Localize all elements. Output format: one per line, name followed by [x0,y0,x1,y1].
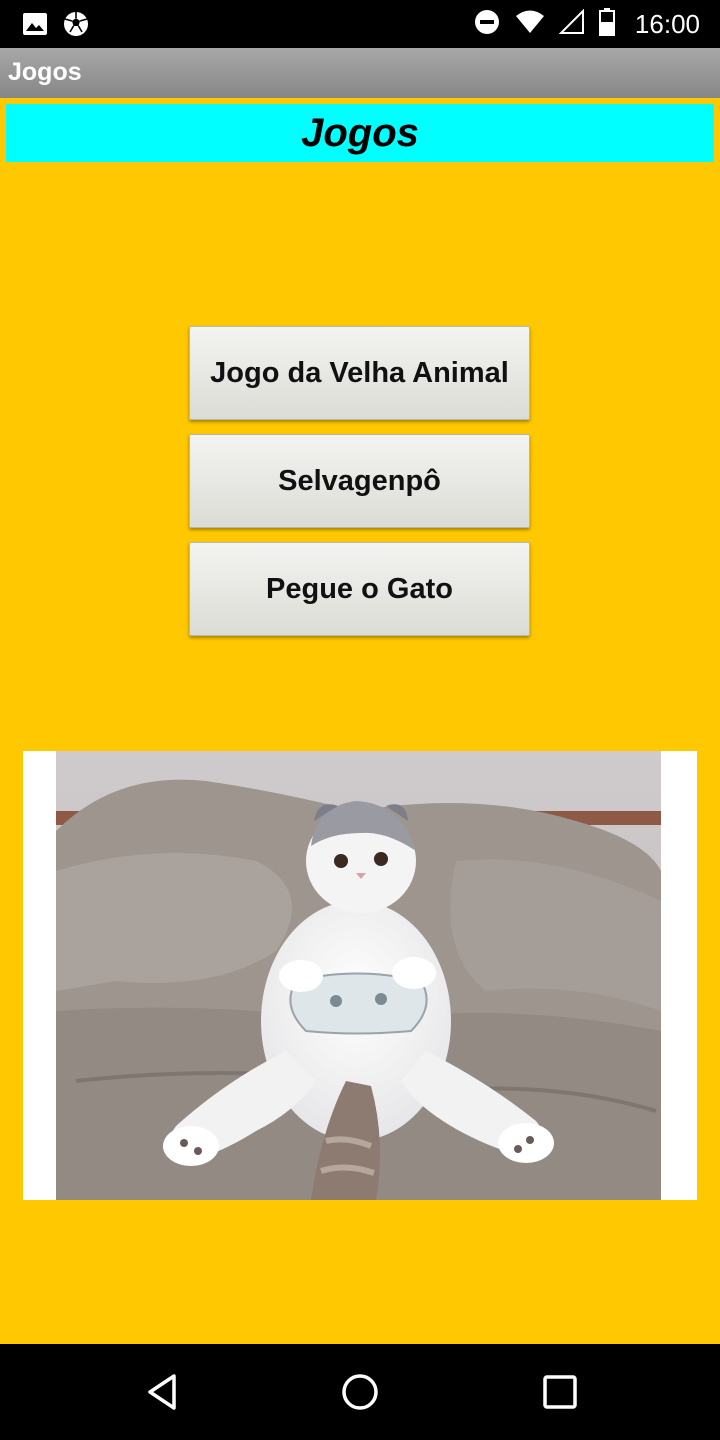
back-icon[interactable] [142,1372,182,1417]
pegue-o-gato-button[interactable]: Pegue o Gato [189,542,530,636]
image-icon [22,12,48,41]
signal-icon [558,8,585,40]
home-icon[interactable] [340,1372,380,1417]
wifi-icon [515,9,545,40]
jogo-da-velha-button[interactable]: Jogo da Velha Animal [189,326,530,420]
cat-image-frame [23,751,697,1200]
soccer-ball-icon [62,10,90,43]
status-clock: 16:00 [634,9,700,39]
status-bar: 16:00 [0,0,720,48]
navigation-bar [0,1344,720,1440]
do-not-disturb-icon [473,8,501,41]
battery-icon [598,8,615,41]
recents-icon[interactable] [542,1374,578,1415]
selvagenpo-button[interactable]: Selvagenpô [189,434,530,528]
app-bar: Jogos [0,48,720,98]
app-bar-title: Jogos [8,58,82,86]
page-title: Jogos [301,110,419,155]
main-content: Jogos Jogo da Velha Animal Selvagenpô Pe… [0,98,720,1344]
header-banner: Jogos [6,104,714,162]
cat-gaming-image [56,751,661,1200]
